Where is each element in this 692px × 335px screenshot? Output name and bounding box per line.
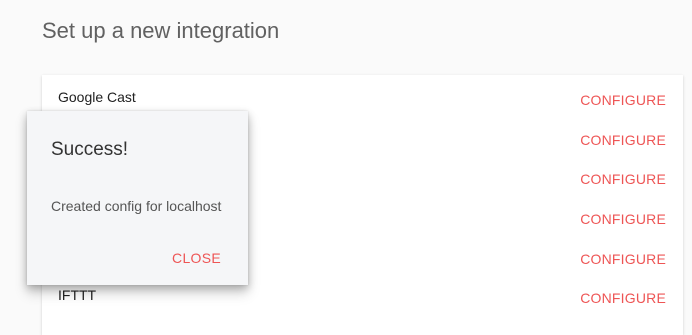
configure-button-google-cast[interactable]: CONFIGURE	[580, 92, 666, 108]
success-dialog: Success! Created config for localhost CL…	[27, 111, 248, 285]
configure-button-ifttt[interactable]: CONFIGURE	[580, 290, 666, 306]
integration-name: IFTTT	[58, 287, 97, 303]
dialog-message: Created config for localhost	[51, 198, 222, 214]
close-button[interactable]: CLOSE	[172, 250, 221, 266]
configure-button[interactable]: CONFIGURE	[580, 251, 666, 267]
configure-button[interactable]: CONFIGURE	[580, 132, 666, 148]
integration-row-ifttt: IFTTT CONFIGURE	[42, 283, 683, 313]
page-title: Set up a new integration	[42, 18, 280, 43]
configure-button[interactable]: CONFIGURE	[580, 211, 666, 227]
configure-button[interactable]: CONFIGURE	[580, 171, 666, 187]
dialog-title: Success!	[51, 139, 129, 160]
integration-name: Google Cast	[58, 89, 136, 105]
